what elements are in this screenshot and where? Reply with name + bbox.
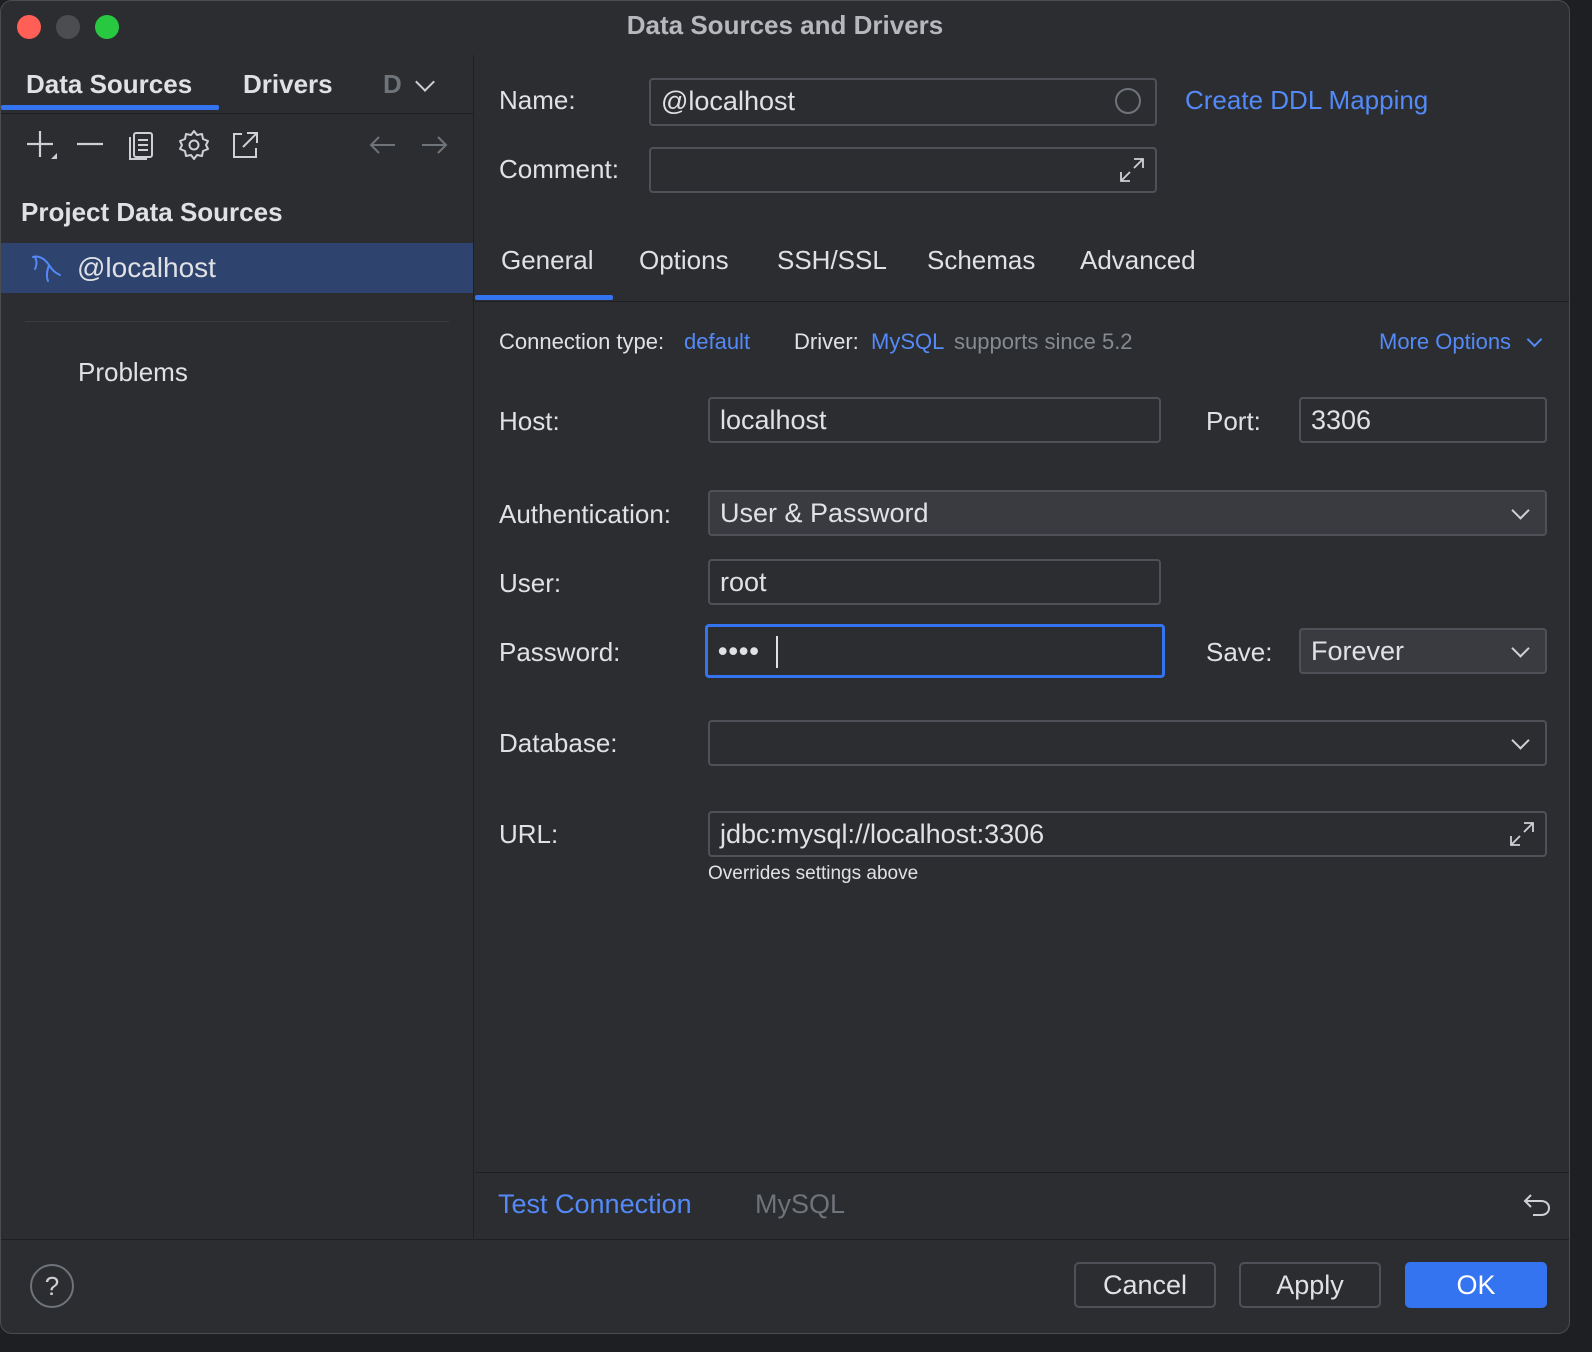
name-label: Name: (499, 85, 576, 115)
password-value: •••• (718, 636, 760, 666)
dialog-footer: ? Cancel Apply OK (1, 1239, 1569, 1333)
name-value: @localhost (661, 86, 795, 116)
host-value: localhost (720, 405, 827, 435)
expand-icon[interactable] (1507, 819, 1537, 849)
active-tab-indicator (1, 105, 219, 110)
more-options-link[interactable]: More Options (1379, 329, 1511, 355)
add-icon[interactable] (23, 127, 59, 163)
driver-link[interactable]: MySQL (871, 329, 944, 355)
gear-icon[interactable] (176, 127, 212, 163)
data-source-item[interactable]: @localhost (1, 243, 473, 293)
create-ddl-mapping-link[interactable]: Create DDL Mapping (1185, 85, 1428, 116)
color-circle-icon[interactable] (1115, 88, 1141, 114)
database-label: Database: (499, 728, 618, 758)
remove-icon[interactable] (73, 127, 109, 163)
name-input[interactable]: @localhost (649, 78, 1157, 126)
separator (25, 321, 449, 322)
data-source-label: @localhost (77, 252, 216, 283)
right-pane: Name: @localhost Create DDL Mapping Comm… (475, 55, 1569, 1238)
open-external-icon[interactable] (227, 127, 263, 163)
duplicate-icon[interactable] (125, 127, 161, 163)
chevron-down-icon (1511, 731, 1530, 750)
url-label: URL: (499, 819, 559, 849)
connection-type-link[interactable]: default (684, 329, 750, 355)
database-select[interactable] (708, 720, 1547, 766)
url-hint: Overrides settings above (708, 863, 919, 884)
host-input[interactable]: localhost (708, 397, 1161, 443)
password-input[interactable]: •••• (705, 624, 1165, 678)
problems-item[interactable]: Problems (78, 357, 188, 388)
authentication-value: User & Password (720, 498, 929, 528)
driver-label: Driver: (794, 329, 859, 354)
test-connection-link[interactable]: Test Connection (498, 1189, 692, 1220)
help-button[interactable]: ? (30, 1264, 74, 1308)
url-input[interactable]: jdbc:mysql://localhost:3306 (708, 811, 1547, 857)
mysql-dolphin-icon (32, 255, 61, 282)
save-label: Save: (1206, 637, 1273, 667)
text-cursor (776, 636, 778, 668)
project-data-sources-heading: Project Data Sources (21, 197, 283, 227)
port-input[interactable]: 3306 (1299, 397, 1547, 443)
chevron-down-icon (1511, 501, 1530, 520)
user-value: root (720, 567, 767, 597)
ok-button[interactable]: OK (1405, 1262, 1547, 1308)
tab-ssh-ssl[interactable]: SSH/SSL (777, 245, 887, 276)
comment-label: Comment: (499, 154, 619, 184)
chevron-down-icon (1511, 639, 1530, 658)
save-select[interactable]: Forever (1299, 628, 1547, 674)
undo-icon[interactable] (1521, 1189, 1553, 1221)
expand-icon[interactable] (1117, 155, 1147, 185)
forward-arrow-icon[interactable] (416, 127, 452, 163)
active-tab-indicator (475, 295, 613, 300)
tab-general[interactable]: General (501, 245, 594, 276)
comment-input[interactable] (649, 147, 1157, 193)
driver-note: supports since 5.2 (954, 329, 1133, 354)
apply-button[interactable]: Apply (1239, 1262, 1381, 1308)
port-value: 3306 (1311, 405, 1372, 435)
more-options-chevron-icon[interactable] (1526, 331, 1543, 348)
tab-options[interactable]: Options (639, 245, 729, 276)
tab-overflow: D (383, 69, 402, 99)
driver-name: MySQL (755, 1189, 846, 1219)
port-label: Port: (1206, 406, 1261, 436)
settings-tabs: General Options SSH/SSL Schemas Advanced (475, 235, 1569, 302)
user-label: User: (499, 568, 562, 598)
tab-drivers[interactable]: Drivers (243, 69, 333, 100)
left-tabbar: Data Sources Drivers D (1, 55, 473, 114)
dialog-window: Data Sources and Drivers Data Sources Dr… (0, 0, 1570, 1334)
authentication-select[interactable]: User & Password (708, 490, 1547, 536)
connection-type-label: Connection type: (499, 329, 665, 354)
save-value: Forever (1311, 636, 1405, 666)
window-title: Data Sources and Drivers (626, 10, 944, 40)
user-input[interactable]: root (708, 559, 1161, 605)
password-label: Password: (499, 637, 621, 667)
host-label: Host: (499, 406, 560, 436)
tab-data-sources[interactable]: Data Sources (26, 69, 192, 100)
left-toolbar (1, 119, 473, 169)
tab-schemas[interactable]: Schemas (927, 245, 1035, 276)
cancel-button[interactable]: Cancel (1074, 1262, 1216, 1308)
tabs-overflow-chevron-icon[interactable] (415, 72, 435, 92)
left-pane: Data Sources Drivers D Project Data Sour… (1, 55, 474, 1238)
url-value: jdbc:mysql://localhost:3306 (720, 819, 1045, 849)
tab-advanced[interactable]: Advanced (1080, 245, 1196, 276)
connection-bottom-bar: Test Connection MySQL (475, 1172, 1569, 1239)
title-bar: Data Sources and Drivers (1, 1, 1569, 51)
back-arrow-icon[interactable] (365, 127, 401, 163)
authentication-label: Authentication: (499, 499, 672, 529)
